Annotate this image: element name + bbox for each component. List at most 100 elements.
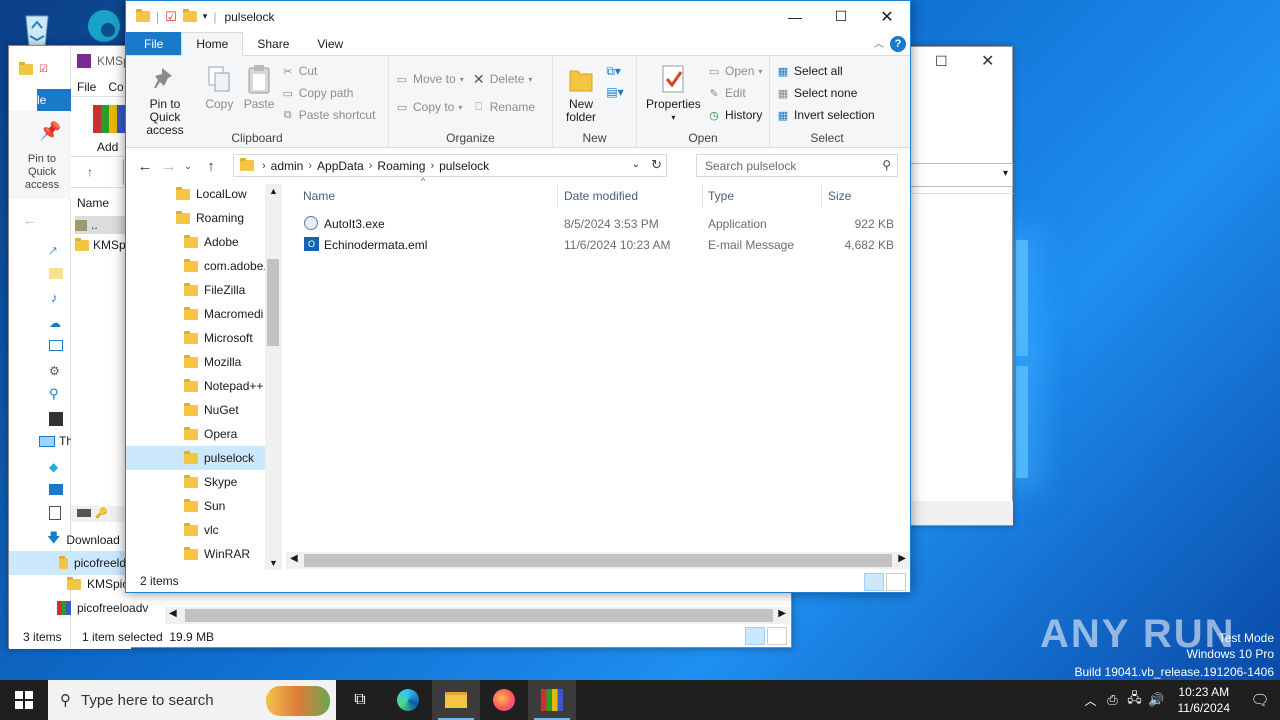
scroll-right-icon[interactable]: ▶	[778, 608, 786, 619]
close-icon[interactable]: ✕	[981, 51, 994, 71]
clock[interactable]: 10:23 AM 11/6/2024	[1168, 684, 1241, 716]
breadcrumb-roaming[interactable]: Roaming	[372, 159, 430, 173]
customize-qat-icon[interactable]: ▾	[203, 11, 208, 22]
firefox-taskbar-button[interactable]	[480, 680, 528, 720]
up-arrow-icon[interactable]: ↑	[87, 165, 93, 179]
paste-button[interactable]: Paste	[241, 60, 278, 113]
refresh-icon[interactable]: ↻	[651, 157, 662, 173]
nav-item-nuget[interactable]: NuGet	[184, 398, 239, 422]
file-row[interactable]: O Echinodermata.eml 11/6/2024 10:23 AM E…	[286, 235, 906, 256]
background-horizontal-scrollbar[interactable]: ◀ ▶	[165, 607, 790, 624]
cut-button[interactable]: ✂ Cut	[281, 62, 376, 80]
show-hidden-icons-icon[interactable]: ︿	[1080, 692, 1102, 709]
column-header-date[interactable]: Date modified	[564, 184, 638, 208]
details-view-button[interactable]	[864, 573, 884, 591]
nav-scrollbar[interactable]: ▲ ▼	[265, 184, 282, 570]
scroll-right-icon[interactable]: ▶	[898, 553, 906, 564]
copy-to-button[interactable]: ▭ Copy to ▾	[395, 98, 464, 116]
back-arrow-icon[interactable]: ←	[23, 212, 37, 228]
delete-button[interactable]: ✕ Delete ▾	[472, 70, 535, 88]
tree-item-downloads[interactable]: 🡇 Download	[47, 529, 120, 551]
breadcrumb-appdata[interactable]: AppData	[312, 159, 369, 173]
scroll-thumb[interactable]	[304, 554, 892, 567]
pin-quick-access-button[interactable]: Pin to Quick access	[132, 60, 198, 139]
up-button[interactable]: ↑	[199, 158, 223, 175]
add-button[interactable]: Add	[97, 140, 118, 154]
column-name[interactable]: Name	[77, 196, 109, 210]
select-all-button[interactable]: ▦ Select all	[776, 62, 875, 80]
nav-item-filezilla[interactable]: FileZilla	[184, 278, 245, 302]
nav-item-winrar[interactable]: WinRAR	[184, 542, 250, 566]
pin-quick-access-button[interactable]: Pin to Quick access	[17, 153, 67, 192]
nav-item-skype[interactable]: Skype	[184, 470, 237, 494]
tree-item-kmspico[interactable]: KMSpic	[67, 576, 128, 591]
task-view-button[interactable]: ⧉	[336, 680, 384, 720]
scroll-left-icon[interactable]: ◀	[290, 553, 298, 564]
scroll-down-icon[interactable]: ▼	[269, 558, 278, 568]
history-button[interactable]: ◷ History	[707, 106, 762, 124]
scroll-thumb[interactable]	[267, 259, 279, 346]
nav-item-mozilla[interactable]: Mozilla	[184, 350, 241, 374]
paste-shortcut-button[interactable]: ⧉ Paste shortcut	[281, 106, 376, 124]
address-bar[interactable]: › admin › AppData › Roaming › pulselock …	[233, 154, 667, 177]
tab-file[interactable]: File	[126, 32, 182, 55]
nav-item-pulselock[interactable]: pulselock	[126, 446, 265, 470]
forward-button[interactable]: →	[157, 158, 181, 175]
nav-item-notepadpp[interactable]: Notepad++	[184, 374, 263, 398]
new-item-icon[interactable]: ⧉▾	[606, 64, 623, 79]
tab-home[interactable]: Home	[181, 32, 244, 56]
new-folder-icon[interactable]	[182, 9, 197, 22]
breadcrumb-admin[interactable]: admin	[266, 159, 309, 173]
address-dropdown-icon[interactable]: ⌄	[632, 159, 640, 170]
large-icons-view-button[interactable]	[767, 627, 787, 645]
collapse-ribbon-icon[interactable]: ︿	[874, 35, 884, 50]
open-button[interactable]: ▭ Open ▾	[707, 62, 763, 80]
tab-share[interactable]: Share	[243, 32, 303, 55]
network-icon[interactable]: 🖧	[1124, 689, 1146, 711]
file-row[interactable]: AutoIt3.exe 8/5/2024 3:53 PM Application…	[286, 214, 906, 235]
menu-file[interactable]: File	[77, 80, 96, 94]
edit-button[interactable]: ✎ Edit	[707, 84, 762, 102]
start-button[interactable]	[0, 680, 48, 720]
column-header-size[interactable]: Size	[828, 184, 851, 208]
edge-taskbar-button[interactable]	[384, 680, 432, 720]
list-item[interactable]: ..	[75, 216, 131, 234]
details-view-button[interactable]	[745, 627, 765, 645]
scroll-up-icon[interactable]: ▲	[269, 186, 278, 196]
nav-item-locallow[interactable]: LocalLow	[176, 184, 247, 206]
chevron-down-icon[interactable]: ▾	[1003, 168, 1008, 179]
file-explorer-taskbar-button[interactable]	[432, 680, 480, 720]
nav-item-macromedia[interactable]: Macromedi	[184, 302, 263, 326]
list-item[interactable]: KMSp	[75, 236, 131, 254]
column-header-name[interactable]: Name	[303, 184, 335, 208]
nav-item-opera[interactable]: Opera	[184, 422, 237, 446]
tab-view[interactable]: View	[303, 32, 357, 55]
tree-item-archive[interactable]: picofreeloadv	[57, 601, 148, 615]
rename-button[interactable]: ⎕ Rename	[472, 98, 535, 116]
taskbar-search-input[interactable]: ⚲ Type here to search	[48, 680, 336, 720]
scroll-left-icon[interactable]: ◀	[169, 608, 177, 619]
add-archive-icon[interactable]	[93, 105, 125, 133]
notifications-icon[interactable]: 🗨	[1240, 691, 1280, 709]
maximize-icon[interactable]: ☐	[935, 53, 948, 70]
tree-item-picofreeload[interactable]: picofreeld	[9, 551, 126, 575]
nav-item-com-adobe[interactable]: com.adobe.	[184, 254, 267, 278]
move-to-button[interactable]: ▭ Move to ▾	[395, 70, 464, 88]
column-divider[interactable]	[702, 184, 703, 208]
search-input[interactable]: Search pulselock ⚲	[696, 154, 898, 177]
properties-icon[interactable]: ☑	[165, 9, 177, 25]
close-button[interactable]: ✕	[864, 1, 910, 32]
scroll-thumb[interactable]	[185, 609, 773, 622]
maximize-button[interactable]: ☐	[818, 1, 864, 32]
volume-icon[interactable]: 🔊	[1146, 692, 1168, 708]
file-tab[interactable]: File	[27, 89, 71, 111]
select-none-button[interactable]: ▦ Select none	[776, 84, 875, 102]
content-horizontal-scrollbar[interactable]: ◀ ▶	[286, 552, 910, 569]
menu-commands[interactable]: Co	[108, 80, 123, 94]
nav-item-roaming[interactable]: Roaming	[176, 206, 244, 230]
column-header-type[interactable]: Type	[708, 184, 734, 208]
network-adapter-icon[interactable]: ⎙	[1102, 692, 1124, 708]
help-icon[interactable]: ?	[890, 36, 906, 52]
invert-selection-button[interactable]: ▦ Invert selection	[776, 106, 875, 124]
nav-item-vlc[interactable]: vlc	[184, 518, 219, 542]
